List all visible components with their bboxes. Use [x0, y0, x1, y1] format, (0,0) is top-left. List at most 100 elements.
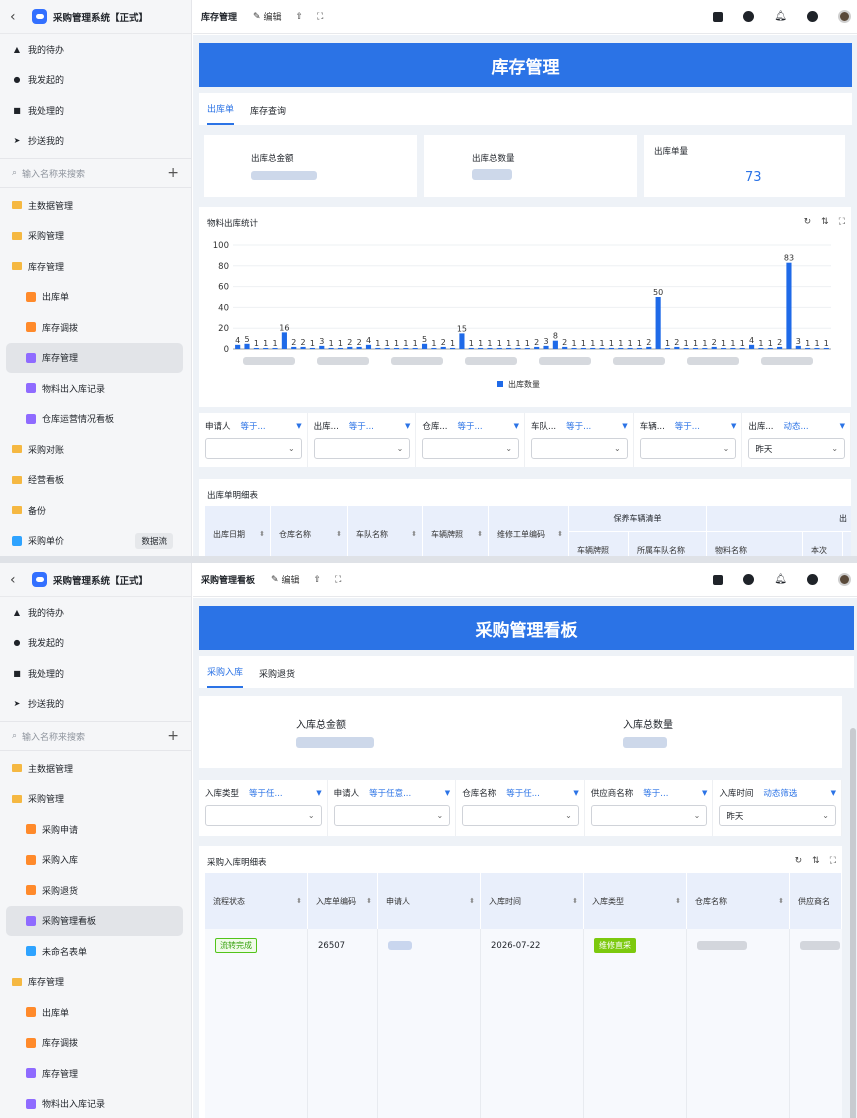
scrollbar[interactable] [850, 728, 856, 1118]
filter-operator[interactable]: 等于任... [249, 787, 283, 799]
column-header[interactable]: 物料名称 [707, 532, 803, 556]
filter-operator[interactable]: 动态筛选 [763, 787, 797, 799]
sidebar-item[interactable]: 采购申请 [0, 814, 191, 845]
nav-search[interactable]: ⌕ 输入名称来搜索 + [0, 721, 191, 751]
expand-icon[interactable]: ⛶ [830, 856, 836, 866]
tab-purchase-return[interactable]: 采购退货 [259, 667, 295, 688]
sidebar-item[interactable]: 备份 [0, 495, 191, 526]
nav-item-initiated[interactable]: ● 我发起的 [0, 65, 191, 96]
caret-down-icon[interactable]: ▼ [573, 789, 578, 797]
caret-down-icon[interactable]: ▼ [445, 789, 450, 797]
caret-down-icon[interactable]: ▼ [316, 789, 321, 797]
column-header[interactable]: 本次 [803, 532, 843, 556]
share-icon[interactable]: ⇧ [295, 12, 303, 22]
filter-operator[interactable]: 等于... [643, 787, 668, 799]
tab-stock-query[interactable]: 库存查询 [250, 104, 286, 125]
avatar[interactable] [838, 573, 851, 586]
filter-select[interactable]: 昨天 ⌄ [719, 805, 836, 826]
filter-select[interactable]: ⌄ [205, 438, 302, 459]
filter-select[interactable]: ⌄ [333, 805, 451, 826]
sidebar-item[interactable]: 库存调拨 [0, 1028, 191, 1059]
filter-select[interactable]: 昨天 ⌄ [748, 438, 846, 459]
column-header[interactable]: 入库类型 ⬍ [584, 873, 687, 929]
sidebar-item[interactable]: 物料出入库记录 [0, 1089, 191, 1118]
caret-down-icon[interactable]: ▼ [831, 789, 836, 797]
caret-down-icon[interactable]: ▼ [296, 422, 301, 430]
search-input[interactable]: 输入名称来搜索 [22, 730, 85, 743]
sidebar-item[interactable]: 仓库运营情况看板 [0, 404, 191, 435]
avatar[interactable] [838, 10, 851, 23]
column-header[interactable]: 入库时间 ⬍ [481, 873, 584, 929]
sidebar-item[interactable]: 出库单 [0, 282, 191, 313]
sidebar-item[interactable]: 采购管理 [0, 221, 191, 252]
search-input[interactable]: 输入名称来搜索 [22, 167, 85, 180]
tab-purchase-in[interactable]: 采购入库 [207, 665, 244, 688]
sort-icon[interactable]: ⬍ [259, 530, 265, 538]
sort-icon[interactable]: ⬍ [296, 897, 302, 905]
filter-operator[interactable]: 等于任... [506, 787, 540, 799]
compass-icon[interactable] [743, 574, 755, 585]
nav-item-handled[interactable]: ■ 我处理的 [0, 658, 191, 689]
add-icon[interactable]: + [167, 165, 179, 181]
sidebar-item[interactable]: 主数据管理 [0, 753, 191, 784]
column-header[interactable]: 车辆牌照 ⬍ [423, 506, 489, 556]
sidebar-item[interactable]: 采购单价 数据流 [0, 526, 191, 557]
sidebar-item[interactable]: 未命名表单 [0, 936, 191, 967]
sort-icon[interactable]: ⬍ [557, 530, 563, 538]
filter-operator[interactable]: 等于... [675, 420, 700, 432]
nav-item-cc[interactable]: ➤ 抄送我的 [0, 126, 191, 157]
back-icon[interactable]: ‹ [10, 9, 26, 25]
sidebar-item[interactable]: 库存调拨 [0, 312, 191, 343]
sidebar-item[interactable]: 采购管理看板 [6, 905, 183, 936]
back-icon[interactable]: ‹ [10, 572, 26, 588]
table-row[interactable]: 流转完成 26507 2026-07-22 维修直采 [205, 929, 842, 1118]
caret-down-icon[interactable]: ▼ [514, 422, 519, 430]
sort-icon[interactable]: ⬍ [778, 897, 784, 905]
sort-icon[interactable]: ⬍ [675, 897, 681, 905]
nav-item-initiated[interactable]: ● 我发起的 [0, 628, 191, 659]
fullscreen-icon[interactable]: ⛶ [335, 575, 341, 585]
filter-select[interactable]: ⌄ [313, 438, 411, 459]
column-header[interactable]: 流程状态 ⬍ [205, 873, 308, 929]
edit-button[interactable]: ✎ 编辑 [253, 10, 281, 24]
caret-down-icon[interactable]: ▼ [702, 789, 707, 797]
sort-icon[interactable]: ⬍ [336, 530, 342, 538]
fullscreen-icon[interactable]: ⛶ [317, 12, 323, 22]
filter-select[interactable]: ⌄ [205, 805, 322, 826]
sidebar-item[interactable]: 库存管理 [6, 342, 183, 373]
edit-button[interactable]: ✎ 编辑 [271, 573, 299, 587]
filter-operator[interactable]: 等于... [349, 420, 374, 432]
sidebar-item[interactable]: 采购对账 [0, 434, 191, 465]
refresh-icon[interactable]: ↻ [795, 856, 803, 866]
caret-down-icon[interactable]: ▼ [622, 422, 627, 430]
nav-item-cc[interactable]: ➤ 抄送我的 [0, 689, 191, 720]
column-header[interactable]: 车辆牌照 [569, 532, 629, 556]
sidebar-item[interactable]: 采购管理 [0, 784, 191, 815]
filter-operator[interactable]: 等于任意... [369, 787, 411, 799]
sidebar-item[interactable]: 物料出入库记录 [0, 373, 191, 404]
sidebar-item[interactable]: 库存管理 [0, 967, 191, 998]
filter-select[interactable]: ⌄ [639, 438, 737, 459]
column-header[interactable]: 申请人 ⬍ [378, 873, 481, 929]
sort-icon[interactable]: ⬍ [366, 897, 372, 905]
filter-operator[interactable]: 等于... [566, 420, 591, 432]
caret-down-icon[interactable]: ▼ [840, 422, 845, 430]
share-icon[interactable]: ⇧ [313, 575, 321, 585]
filter-select[interactable]: ⌄ [462, 805, 579, 826]
sidebar-item[interactable]: 主数据管理 [0, 190, 191, 221]
sort-icon[interactable]: ⇅ [812, 856, 820, 866]
column-header[interactable]: 仓库名称 ⬍ [687, 873, 790, 929]
sort-icon[interactable]: ⬍ [469, 897, 475, 905]
help-icon[interactable] [807, 11, 818, 22]
sidebar-item[interactable]: 出库单 [0, 997, 191, 1028]
filter-operator[interactable]: 等于... [241, 420, 266, 432]
layout-icon[interactable] [713, 11, 724, 22]
column-header[interactable]: 车队名称 ⬍ [348, 506, 423, 556]
add-icon[interactable]: + [167, 728, 179, 744]
help-icon[interactable] [807, 574, 818, 585]
column-header[interactable]: 出库日期 ⬍ [205, 506, 271, 556]
column-header[interactable]: 供应商名 [790, 873, 842, 929]
filter-operator[interactable]: 动态... [783, 420, 808, 432]
sidebar-item[interactable]: 经营看板 [0, 465, 191, 496]
nav-item-handled[interactable]: ■ 我处理的 [0, 95, 191, 126]
